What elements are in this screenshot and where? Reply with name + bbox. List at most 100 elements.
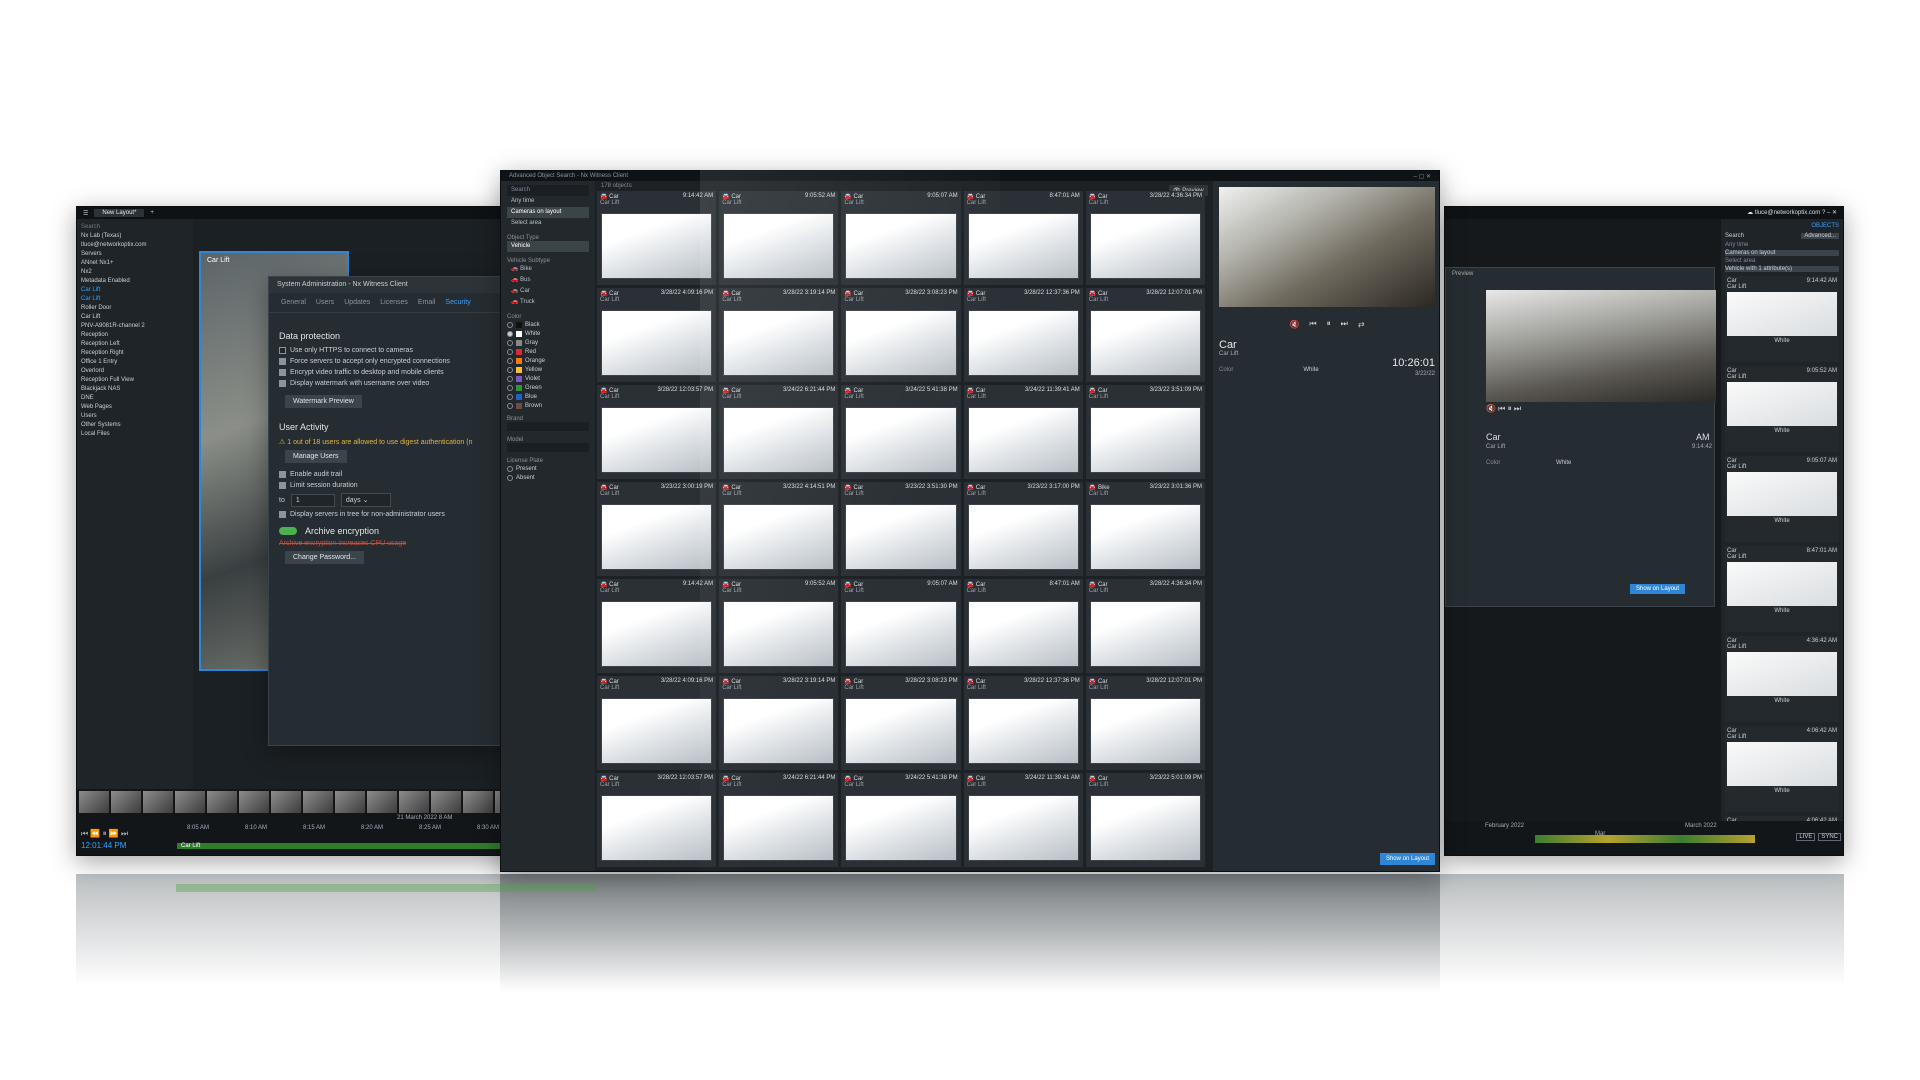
change-password-button[interactable]: Change Password... (285, 551, 365, 564)
sync-button[interactable]: SYNC (1818, 833, 1841, 841)
tree-item[interactable]: Reception Left (81, 340, 189, 349)
object-card[interactable]: Car 9:05:52 AM Car Lift White (1725, 366, 1839, 452)
timeline-thumbnail[interactable] (207, 791, 237, 813)
result-tile[interactable]: 🚘 Car 3/24/22 5:41:38 PM Car Lift (841, 385, 961, 479)
time-filter[interactable]: Any time (1725, 242, 1839, 248)
playback-controls[interactable]: ⏮ ⏪ ⏸ ⏩ ⏭ (81, 829, 128, 839)
tree-item[interactable]: Other Systems (81, 421, 189, 430)
tree-item[interactable]: Metadata Enabled (81, 277, 189, 286)
result-tile[interactable]: 🚘 Car 9:14:42 AM Car Lift (597, 579, 717, 673)
result-tile[interactable]: 🚘 Car 3/28/22 3:08:23 PM Car Lift (841, 676, 961, 770)
tab-users[interactable]: Users (316, 299, 334, 306)
result-tile[interactable]: 🚘 Car 3/28/22 4:36:34 PM Car Lift (1085, 579, 1205, 673)
tree-item[interactable]: Reception Full View (81, 376, 189, 385)
timeline-thumbnail[interactable] (143, 791, 173, 813)
result-tile[interactable]: 🚘 Car 3/28/22 12:07:01 PM Car Lift (1085, 288, 1205, 382)
display-servers-checkbox[interactable]: Display servers in tree for non-administ… (279, 511, 497, 518)
color-option-brown[interactable]: Brown (507, 401, 589, 410)
session-limit-checkbox[interactable]: Limit session duration (279, 482, 497, 489)
tree-item[interactable]: Local Files (81, 430, 189, 439)
timeline-thumbnail[interactable] (79, 791, 109, 813)
tree-item[interactable]: Roller Door (81, 304, 189, 313)
tree-item[interactable]: Car Lift (81, 313, 189, 322)
cloud-icon[interactable]: ☁ (1747, 210, 1755, 216)
result-tile[interactable]: 🚘 Car 3/23/22 3:51:09 PM Car Lift (1085, 385, 1205, 479)
model-input[interactable] (507, 443, 589, 452)
result-tile[interactable]: 🚘 Car 3/23/22 5:01:09 PM Car Lift (1085, 773, 1205, 867)
timeline-thumbnail[interactable] (111, 791, 141, 813)
session-duration-input[interactable]: 1 (290, 493, 335, 507)
result-tile[interactable]: 🚘 Car 8:47:01 AM Car Lift (963, 191, 1083, 285)
result-tile[interactable]: 🚘 Car 3/28/22 12:37:36 PM Car Lift (963, 288, 1083, 382)
plate-option-absent[interactable]: Absent (507, 473, 589, 482)
color-option-black[interactable]: Black (507, 320, 589, 329)
preview-controls[interactable]: 🔇 ⏮ ⏸ ⏭ (1486, 404, 1521, 414)
result-tile[interactable]: 🚘 Car 3/24/22 6:21:44 PM Car Lift (719, 385, 839, 479)
camera-filter[interactable]: Cameras on layout (507, 207, 589, 218)
subtype-bus[interactable]: 🚗 Bus (507, 275, 589, 286)
tree-item[interactable]: Car Lift (81, 286, 189, 295)
help-icon[interactable]: ? (1822, 210, 1825, 216)
live-button[interactable]: LIVE (1796, 833, 1816, 841)
result-tile[interactable]: 🚘 Car 3/23/22 3:00:19 PM Car Lift (597, 482, 717, 576)
timeline-thumbnail[interactable] (463, 791, 493, 813)
result-tile[interactable]: 🚘 Car 3/24/22 6:21:44 PM Car Lift (719, 773, 839, 867)
color-option-violet[interactable]: Violet (507, 374, 589, 383)
area-filter[interactable]: Select area (507, 218, 589, 229)
area-filter[interactable]: Select area (1725, 258, 1839, 264)
color-option-gray[interactable]: Gray (507, 338, 589, 347)
tree-item[interactable]: Blackjack NAS (81, 385, 189, 394)
object-type-vehicle[interactable]: Vehicle (507, 241, 589, 252)
tree-item[interactable]: Reception Right (81, 349, 189, 358)
right-timeline[interactable]: February 2022 March 2022 Mar LIVE SYNC (1445, 821, 1843, 855)
tree-item[interactable]: DNE (81, 394, 189, 403)
tree-item[interactable]: Nx2 (81, 268, 189, 277)
color-option-white[interactable]: White (507, 329, 589, 338)
result-tile[interactable]: 🚘 Car 3/28/22 12:37:36 PM Car Lift (963, 676, 1083, 770)
timeline-thumbnail[interactable] (367, 791, 397, 813)
tree-item[interactable]: Web Pages (81, 403, 189, 412)
manage-users-button[interactable]: Manage Users (285, 450, 347, 463)
object-card[interactable]: Car 9:05:07 AM Car Lift White (1725, 456, 1839, 542)
data-protection-checkbox[interactable]: Encrypt video traffic to desktop and mob… (279, 369, 497, 376)
tree-item[interactable]: PNV-A9081R-channel 2 (81, 322, 189, 331)
result-tile[interactable]: 🚘 Car 3/28/22 3:19:14 PM Car Lift (719, 288, 839, 382)
timeline-recording-bar[interactable] (1535, 835, 1755, 843)
tab-updates[interactable]: Updates (344, 299, 370, 306)
attribute-filter[interactable]: Vehicle with 1 attribute(s) (1725, 266, 1839, 272)
tab-new-layout[interactable]: New Layout* (94, 209, 145, 217)
watermark-preview-button[interactable]: Watermark Preview (285, 395, 362, 408)
result-tile[interactable]: 🚘 Car 3/23/22 4:14:51 PM Car Lift (719, 482, 839, 576)
user-email[interactable]: tluce@networkoptix.com (1755, 210, 1820, 216)
add-tab-icon[interactable]: + (150, 210, 154, 216)
result-tile[interactable]: 🚘 Car 3/28/22 12:03:57 PM Car Lift (597, 773, 717, 867)
timeline-thumbnail[interactable] (303, 791, 333, 813)
resource-search[interactable]: Search (81, 223, 189, 232)
color-option-red[interactable]: Red (507, 347, 589, 356)
timeline-thumbnail[interactable] (271, 791, 301, 813)
color-option-green[interactable]: Green (507, 383, 589, 392)
result-tile[interactable]: 🚘 Car 3/28/22 12:03:57 PM Car Lift (597, 385, 717, 479)
tree-item[interactable]: Reception (81, 331, 189, 340)
timeline-thumbnail[interactable] (335, 791, 365, 813)
timeline-thumbnail[interactable] (431, 791, 461, 813)
result-tile[interactable]: 🚘 Car 9:14:42 AM Car Lift (597, 191, 717, 285)
tab-general[interactable]: General (281, 299, 306, 306)
advanced-button[interactable]: Advanced... (1801, 233, 1839, 239)
tree-item[interactable]: tluce@networkoptix.com (81, 241, 189, 250)
tree-item[interactable]: Servers (81, 250, 189, 259)
mute-icon[interactable]: 🔇 (1289, 320, 1299, 329)
result-tile[interactable]: 🚘 Car 3/24/22 11:39:41 AM Car Lift (963, 385, 1083, 479)
result-tile[interactable]: 🚘 Car 3/23/22 3:51:30 PM Car Lift (841, 482, 961, 576)
result-tile[interactable]: 🚘 Car 9:05:07 AM Car Lift (841, 579, 961, 673)
data-protection-checkbox[interactable]: Display watermark with username over vid… (279, 380, 497, 387)
object-card[interactable]: Car 9:14:42 AM Car Lift White (1725, 276, 1839, 362)
window-controls[interactable]: – ▢ ✕ (1414, 173, 1431, 180)
plate-option-present[interactable]: Present (507, 464, 589, 473)
subtype-truck[interactable]: 🚗 Truck (507, 297, 589, 308)
preview-camera-image[interactable] (1486, 290, 1716, 402)
subtype-bike[interactable]: 🚗 Bike (507, 264, 589, 275)
session-unit-select[interactable]: days ⌄ (340, 493, 391, 507)
color-option-yellow[interactable]: Yellow (507, 365, 589, 374)
result-tile[interactable]: 🚘 Car 3/24/22 5:41:38 PM Car Lift (841, 773, 961, 867)
